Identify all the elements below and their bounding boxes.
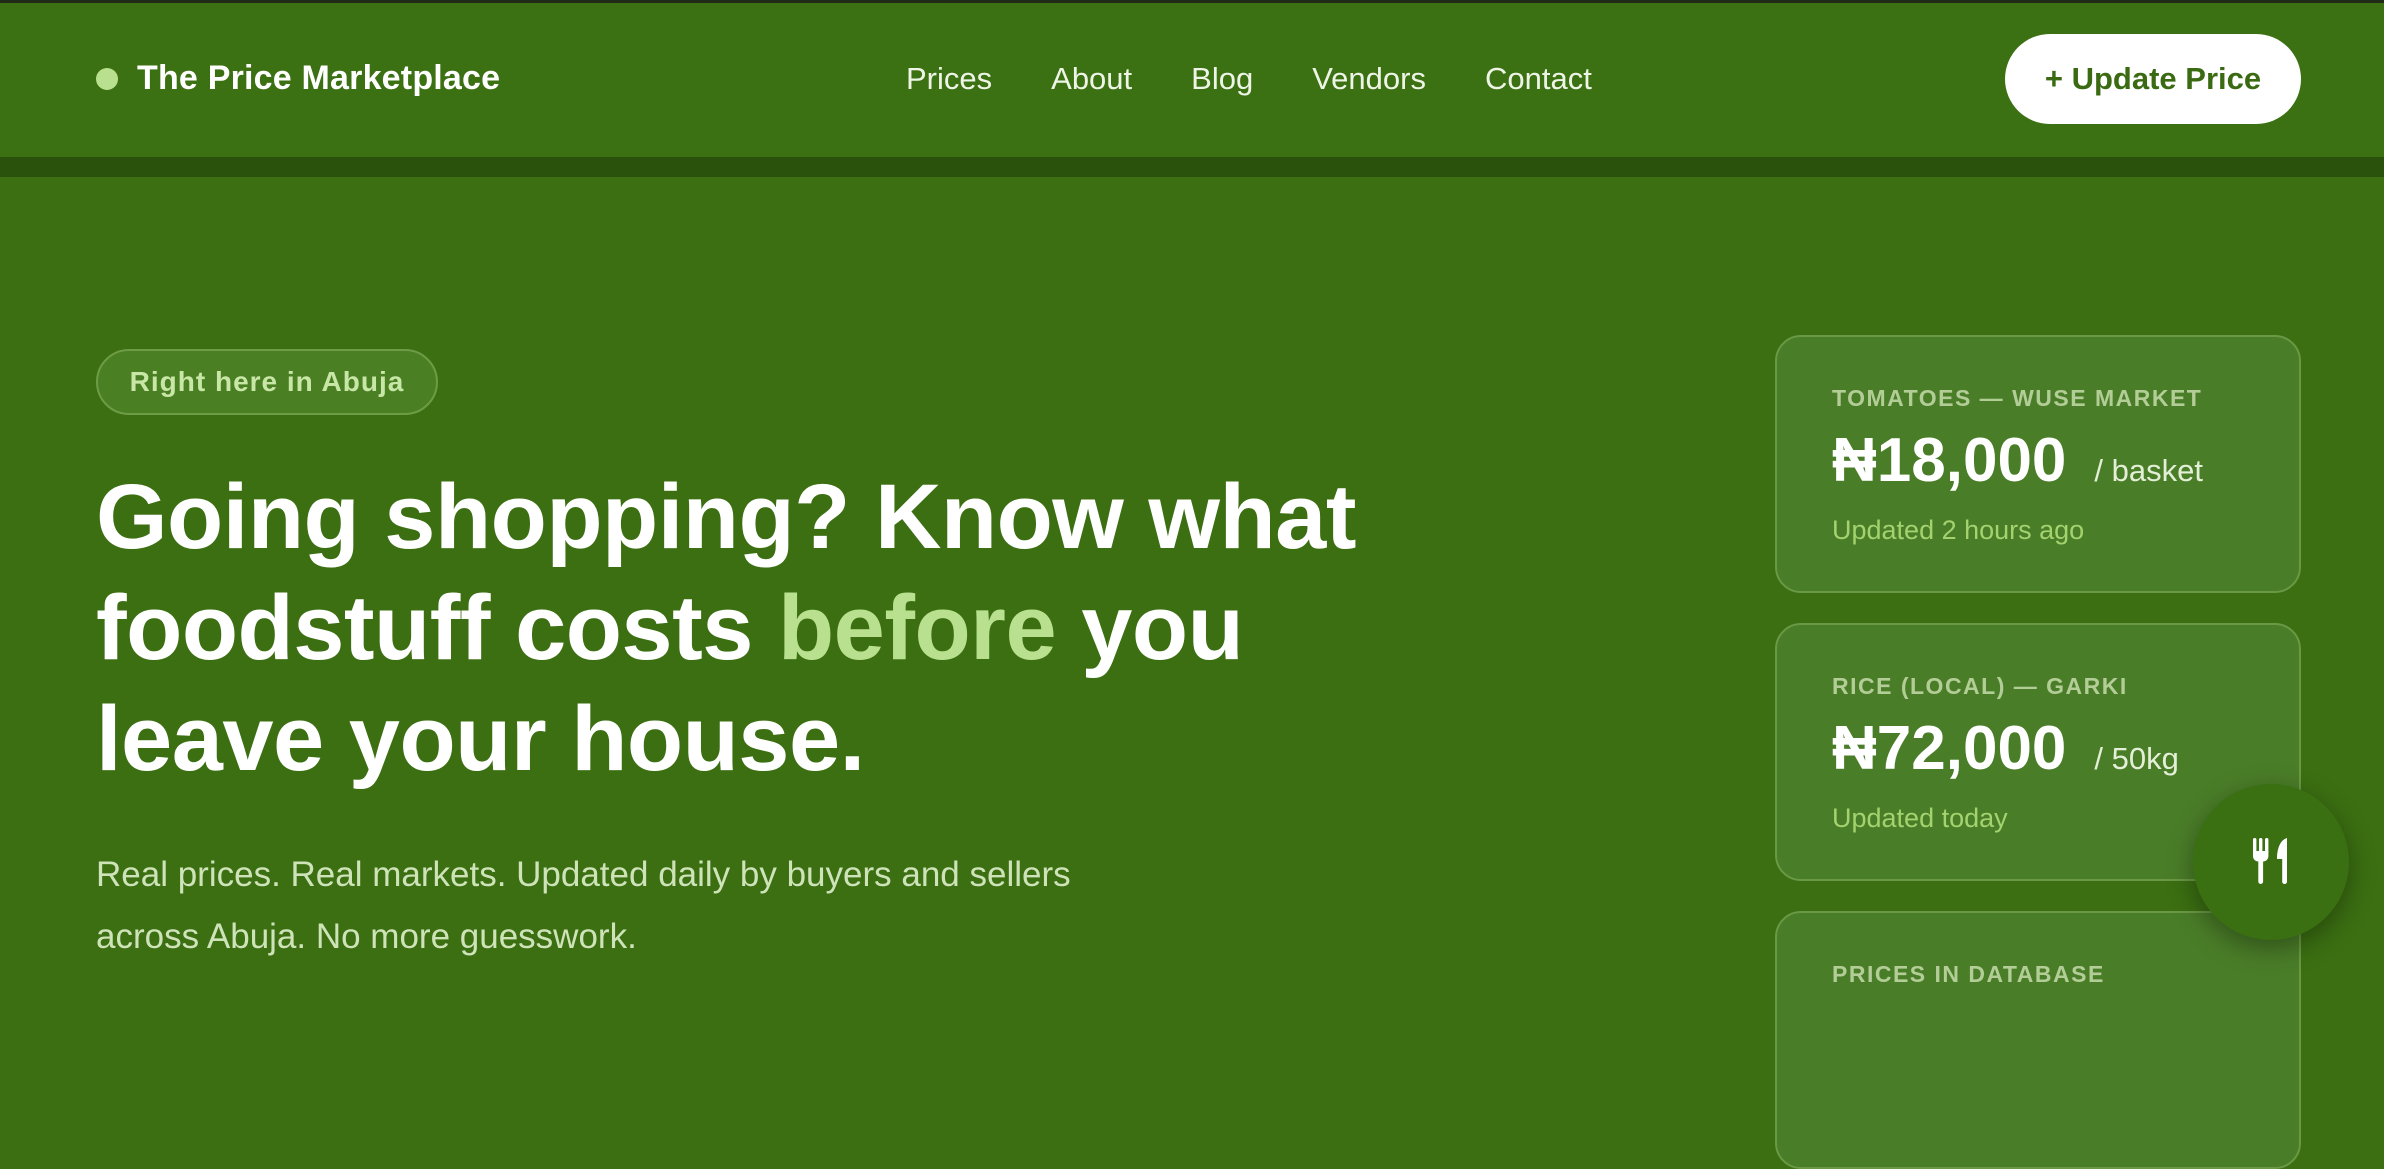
price-card-label: RICE (LOCAL) — GARKI xyxy=(1832,673,2128,699)
navbar: The Price Marketplace Prices About Blog … xyxy=(0,3,2384,177)
nav-link-blog[interactable]: Blog xyxy=(1191,61,1253,97)
price-card-unit: / basket xyxy=(2094,453,2203,488)
price-card-updated: Updated 2 hours ago xyxy=(1832,515,2085,545)
brand-name[interactable]: The Price Marketplace xyxy=(137,59,500,98)
price-card-database[interactable]: PRICES IN DATABASE xyxy=(1775,911,2301,1169)
brand-logo[interactable]: The Price Marketplace xyxy=(96,59,500,98)
price-card-label: TOMATOES — WUSE MARKET xyxy=(1832,385,2203,411)
price-card-unit: / 50kg xyxy=(2094,741,2179,776)
price-card-price: ₦18,000 xyxy=(1832,426,2067,495)
hero-headline: Going shopping? Know what foodstuff cost… xyxy=(96,462,1396,795)
nav-link-vendors[interactable]: Vendors xyxy=(1312,61,1426,97)
nav-link-contact[interactable]: Contact xyxy=(1485,61,1592,97)
price-card-price-row: ₦72,000 / 50kg xyxy=(1832,713,2179,784)
price-card-label: PRICES IN DATABASE xyxy=(1832,961,2105,987)
fork-knife-icon xyxy=(2249,837,2293,887)
update-price-button[interactable]: + Update Price xyxy=(2005,34,2301,124)
nav-link-about[interactable]: About xyxy=(1051,61,1132,97)
food-menu-button[interactable] xyxy=(2193,784,2349,940)
hero-subtext: Real prices. Real markets. Updated daily… xyxy=(96,855,1071,956)
nav-link-prices[interactable]: Prices xyxy=(906,61,992,97)
headline-accent-word: before xyxy=(777,577,1057,679)
location-badge: Right here in Abuja xyxy=(96,349,438,415)
price-card-tomatoes[interactable]: TOMATOES — WUSE MARKET ₦18,000 / basket … xyxy=(1775,335,2301,593)
price-card-updated: Updated today xyxy=(1832,803,2008,833)
nav-links: Prices About Blog Vendors Contact xyxy=(906,61,1651,97)
price-card-price-row: ₦18,000 / basket xyxy=(1832,425,2203,496)
price-card-price: ₦72,000 xyxy=(1832,714,2067,783)
brand-dot-icon xyxy=(96,67,118,90)
